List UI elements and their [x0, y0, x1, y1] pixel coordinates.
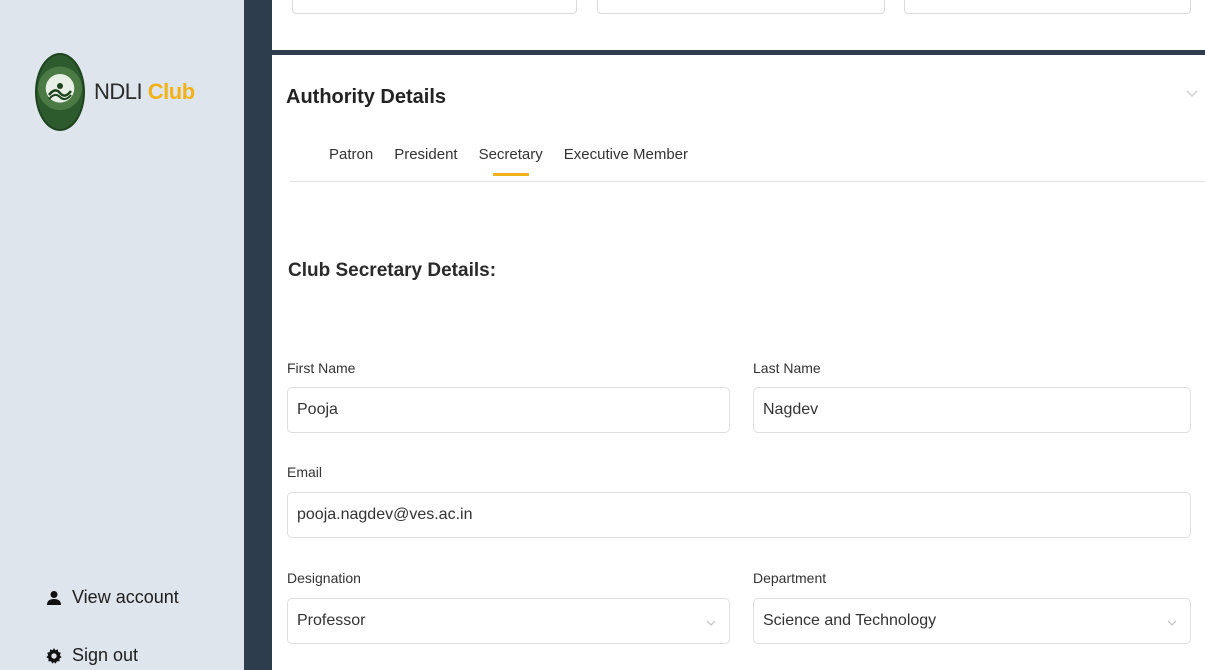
- brand-name-main: NDLI: [94, 79, 143, 104]
- email-value: pooja.nagdev@ves.ac.in: [297, 506, 473, 523]
- email-label: Email: [287, 464, 323, 480]
- email-input[interactable]: pooja.nagdev@ves.ac.in: [287, 492, 1191, 538]
- previous-field-stub: [292, 0, 577, 14]
- designation-select[interactable]: Professor: [287, 598, 730, 644]
- section-title: Authority Details: [286, 86, 447, 108]
- ndli-emblem-icon: [35, 53, 85, 131]
- department-value: Science and Technology: [763, 612, 937, 629]
- designation-label: Designation: [287, 570, 361, 586]
- sign-out-link[interactable]: Sign out: [46, 645, 138, 666]
- chevron-down-icon: [1166, 616, 1178, 628]
- last-name-input[interactable]: Nagdev: [753, 387, 1191, 433]
- sidebar-divider: [244, 0, 272, 670]
- authority-tabs: Patron President Secretary Executive Mem…: [329, 146, 709, 176]
- view-account-link[interactable]: View account: [46, 587, 179, 608]
- tabs-divider: [290, 181, 1205, 182]
- gear-icon: [46, 647, 62, 664]
- tab-executive-member[interactable]: Executive Member: [564, 146, 688, 163]
- chevron-down-icon: [705, 616, 717, 628]
- first-name-input[interactable]: Pooja: [287, 387, 730, 433]
- department-label: Department: [753, 570, 827, 586]
- brand-logo[interactable]: NDLI Club: [35, 53, 195, 131]
- user-icon: [46, 590, 62, 606]
- tab-secretary[interactable]: Secretary: [479, 146, 543, 176]
- sidebar: NDLI Club View account Sign out: [0, 0, 244, 670]
- authority-details-card: Authority Details Patron President Secre…: [272, 60, 1205, 670]
- form-heading: Club Secretary Details:: [288, 260, 497, 281]
- sign-out-label: Sign out: [72, 645, 139, 665]
- view-account-label: View account: [72, 587, 179, 607]
- previous-field-stub: [597, 0, 885, 14]
- previous-section-card: [272, 0, 1205, 55]
- designation-value: Professor: [297, 612, 366, 629]
- tab-patron[interactable]: Patron: [329, 146, 373, 163]
- brand-name-accent: Club: [147, 79, 195, 104]
- last-name-value: Nagdev: [763, 401, 819, 418]
- first-name-value: Pooja: [297, 401, 338, 418]
- chevron-down-icon[interactable]: [1185, 86, 1199, 100]
- first-name-label: First Name: [287, 360, 356, 376]
- previous-field-stub: [904, 0, 1191, 14]
- last-name-label: Last Name: [753, 360, 821, 376]
- department-select[interactable]: Science and Technology: [753, 598, 1191, 644]
- brand-name: NDLI Club: [94, 79, 195, 105]
- tab-president[interactable]: President: [394, 146, 457, 163]
